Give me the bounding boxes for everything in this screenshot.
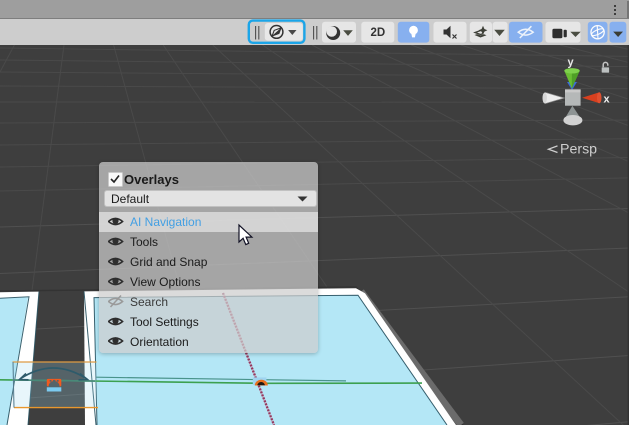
svg-text:2D: 2D [370, 27, 385, 39]
svg-text:Persp: Persp [560, 142, 597, 158]
svg-text:x: x [604, 94, 611, 106]
svg-text:y: y [568, 57, 575, 69]
